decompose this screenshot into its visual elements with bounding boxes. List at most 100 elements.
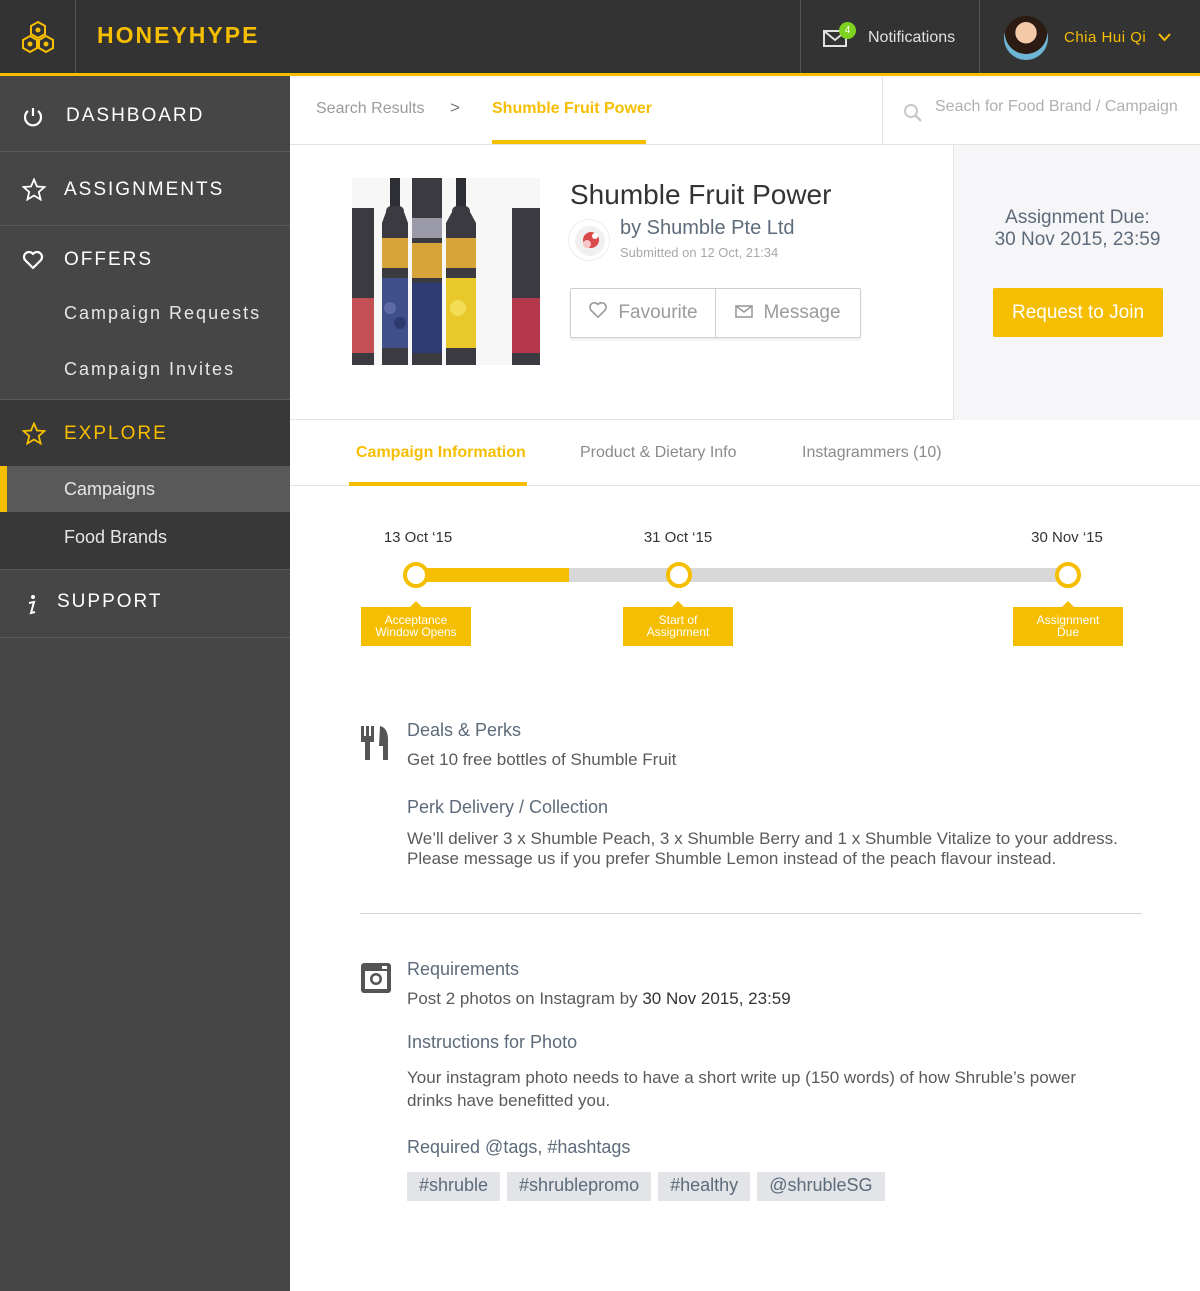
brand-name[interactable]: HONEYHYPE [97, 22, 259, 49]
timeline-milestone-dot [1055, 562, 1081, 588]
timeline-date-mid: 31 Oct ‘15 [643, 529, 713, 546]
sidebar-group-explore: EXPLORE Campaigns Food Brands [0, 400, 290, 570]
perk-delivery-text-line1: We’ll deliver 3 x Shumble Peach, 3 x Shu… [407, 829, 1118, 848]
campaign-tabs: Campaign Information Product & Dietary I… [290, 420, 1200, 486]
timeline-milestone-dot [403, 562, 429, 588]
message-label: Message [763, 302, 841, 323]
action-button-group: Favourite Message [570, 288, 861, 338]
hashtag-chip[interactable]: #shrublepromo [507, 1172, 652, 1201]
instructions-text-line1: Your instagram photo needs to have a sho… [407, 1068, 1077, 1087]
user-menu[interactable]: Chia Hui Qi [980, 0, 1200, 73]
message-button[interactable]: Message [715, 289, 860, 337]
sidebar-item-label: Campaigns [64, 479, 156, 499]
timeline-tag-line: Due [1056, 625, 1079, 639]
brand-avatar[interactable] [568, 219, 610, 261]
timeline-tag-start: Start of Assignment [623, 601, 733, 646]
campaign-header: Shumble Fruit Power by Shumble Pte Ltd S… [290, 145, 1200, 420]
hashtag-chip[interactable]: @shrubleSG [757, 1172, 885, 1201]
instructions-text-line2: drinks have benefitted you. [407, 1091, 611, 1110]
heart-icon [588, 301, 608, 325]
timeline-tag-line: Window Opens [375, 625, 457, 639]
timeline-date-start: 13 Oct ‘15 [383, 529, 453, 546]
timeline-milestone-dot [666, 562, 692, 588]
sidebar-item-label: OFFERS [64, 249, 154, 270]
breadcrumb: Search Results > Shumble Fruit Power [290, 76, 1200, 145]
instagram-icon [360, 962, 392, 999]
avatar [1004, 16, 1048, 60]
tab-campaign-information[interactable]: Campaign Information [356, 444, 526, 462]
sidebar-item-offers[interactable]: OFFERS [0, 226, 290, 294]
info-icon [26, 594, 38, 621]
sidebar-item-campaign-invites[interactable]: Campaign Invites [0, 346, 290, 392]
perk-delivery-text-line2: Please message us if you prefer Shumble … [407, 849, 1057, 868]
notifications-label: Notifications [868, 29, 956, 46]
timeline-tag-due: Assignment Due [1013, 601, 1123, 646]
timeline-progress-fill [416, 568, 569, 582]
star-icon [21, 177, 47, 206]
star-icon [21, 421, 47, 450]
assignment-due-panel: Assignment Due: 30 Nov 2015, 23:59 Reque… [953, 145, 1200, 420]
notifications-button[interactable]: 4 Notifications [800, 0, 980, 73]
assignment-due-label: Assignment Due: [1005, 207, 1150, 228]
tab-product-dietary-info[interactable]: Product & Dietary Info [580, 444, 737, 462]
assignment-due-value: 30 Nov 2015, 23:59 [994, 229, 1161, 250]
notification-count-badge: 4 [839, 22, 856, 39]
submitted-date: Submitted on 12 Oct, 21:34 [620, 245, 779, 260]
sidebar-item-dashboard[interactable]: DASHBOARD [0, 76, 290, 152]
sidebar-item-campaign-requests[interactable]: Campaign Requests [0, 290, 290, 336]
search-box [882, 76, 1200, 145]
timeline-tag-acceptance: Acceptance Window Opens [361, 601, 471, 646]
search-icon [903, 103, 923, 128]
search-input[interactable] [935, 98, 1185, 116]
sidebar-item-label: DASHBOARD [66, 105, 205, 126]
top-bar: HONEYHYPE 4 Notifications Chia Hui Qi [0, 0, 1200, 76]
campaign-title: Shumble Fruit Power [570, 179, 832, 210]
tags-heading: Required @tags, #hashtags [407, 1137, 631, 1157]
requirements-deadline: 30 Nov 2015, 23:59 [642, 989, 791, 1008]
sidebar-item-label: Campaign Invites [64, 359, 236, 379]
request-to-join-button[interactable]: Request to Join [993, 288, 1163, 337]
sidebar-item-campaigns[interactable]: Campaigns [0, 466, 290, 512]
deals-text: Get 10 free bottles of Shumble Fruit [407, 750, 677, 769]
timeline-date-end: 30 Nov ‘15 [1031, 529, 1103, 546]
perk-delivery-heading: Perk Delivery / Collection [407, 797, 609, 817]
tab-instagrammers[interactable]: Instagrammers (10) [802, 444, 942, 462]
sidebar-item-support[interactable]: SUPPORT [0, 570, 290, 638]
deals-heading: Deals & Perks [407, 720, 522, 740]
product-image[interactable] [352, 178, 540, 365]
breadcrumb-parent-link[interactable]: Search Results [316, 100, 425, 118]
sidebar-item-food-brands[interactable]: Food Brands [0, 514, 290, 560]
user-name: Chia Hui Qi [1064, 29, 1147, 46]
power-icon [22, 106, 44, 133]
breadcrumb-current: Shumble Fruit Power [492, 100, 653, 117]
honeycomb-logo-icon[interactable] [0, 0, 76, 73]
sidebar-item-label: Food Brands [64, 527, 168, 547]
favourite-button[interactable]: Favourite [571, 289, 715, 337]
chevron-down-icon [1158, 29, 1171, 47]
requirements-text: Post 2 photos on Instagram by 30 Nov 201… [407, 988, 1152, 1009]
mail-icon [735, 302, 754, 324]
heart-icon [22, 250, 44, 275]
sidebar-item-label: EXPLORE [64, 423, 168, 444]
breadcrumb-active-underline [492, 140, 646, 144]
requirements-text-prefix: Post 2 photos on Instagram by [407, 989, 643, 1008]
sidebar-item-label: SUPPORT [57, 591, 163, 612]
sidebar-item-label: ASSIGNMENTS [64, 179, 225, 200]
requirements-heading: Requirements [407, 959, 520, 979]
sidebar-item-assignments[interactable]: ASSIGNMENTS [0, 152, 290, 226]
fork-knife-icon [360, 724, 390, 767]
favourite-label: Favourite [618, 302, 698, 323]
sidebar-item-label: Campaign Requests [64, 303, 262, 323]
campaign-timeline: 13 Oct ‘15 31 Oct ‘15 30 Nov ‘15 Accepta… [290, 486, 1200, 686]
sidebar: DASHBOARD ASSIGNMENTS OFFERS Campaign Re… [0, 76, 290, 1291]
sidebar-item-explore[interactable]: EXPLORE [0, 400, 290, 466]
timeline-tag-line: Assignment [646, 625, 710, 639]
hashtag-chip[interactable]: #shruble [407, 1172, 501, 1201]
instructions-heading: Instructions for Photo [407, 1032, 578, 1052]
sidebar-group-offers: OFFERS Campaign Requests Campaign Invite… [0, 226, 290, 400]
section-divider [360, 913, 1142, 914]
hashtag-chip[interactable]: #healthy [658, 1172, 751, 1201]
hashtag-list: #shruble #shrublepromo #healthy @shruble… [407, 1172, 885, 1201]
brand-link[interactable]: by Shumble Pte Ltd [620, 217, 795, 240]
breadcrumb-separator: > [450, 98, 460, 117]
